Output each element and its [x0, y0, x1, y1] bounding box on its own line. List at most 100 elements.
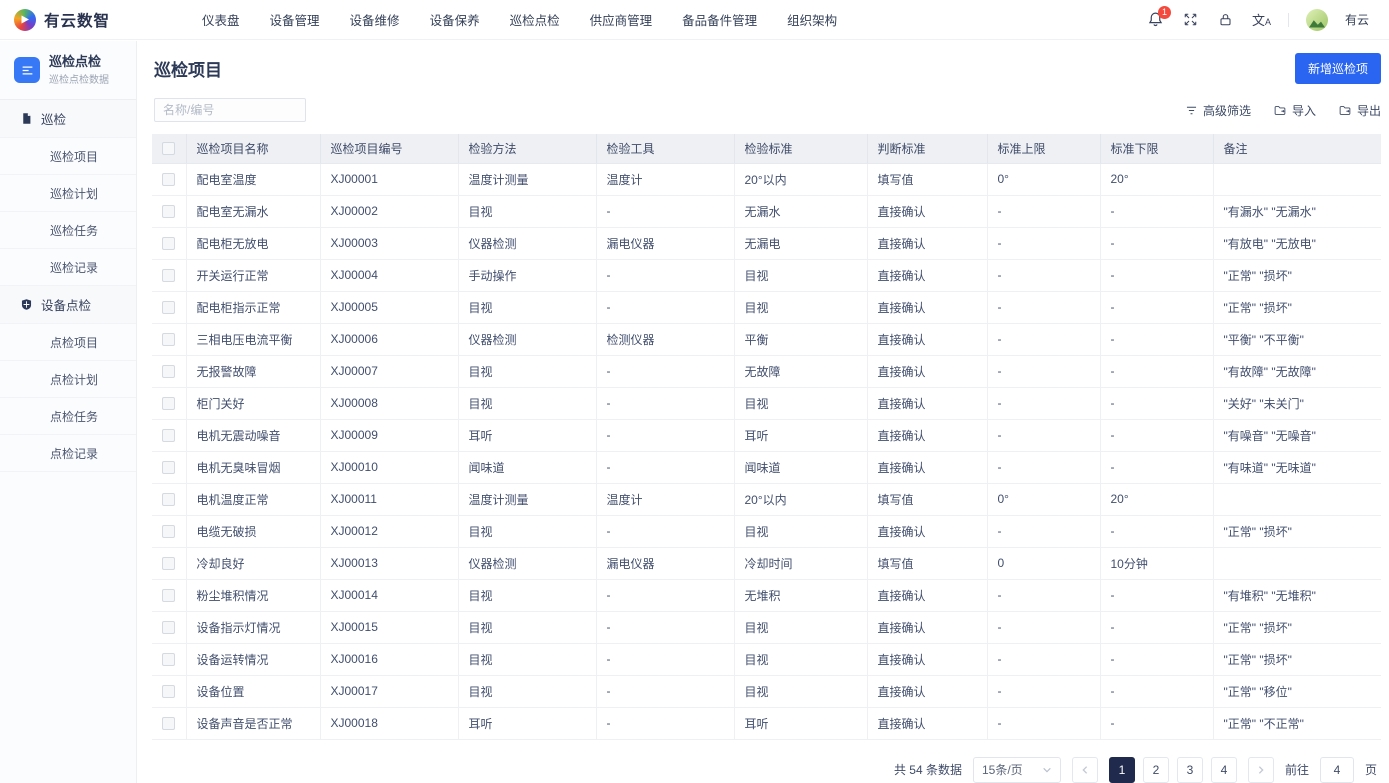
page-size-select[interactable]: 15条/页: [973, 757, 1061, 783]
search-input[interactable]: [154, 98, 306, 122]
add-inspection-item-button[interactable]: 新增巡检项: [1295, 53, 1381, 84]
page-button-1[interactable]: 1: [1109, 757, 1135, 783]
language-button[interactable]: 文A: [1252, 10, 1271, 29]
row-checkbox[interactable]: [162, 621, 175, 634]
advanced-filter-button[interactable]: 高级筛选: [1185, 102, 1251, 119]
nav-item-2[interactable]: 设备管理: [270, 10, 320, 29]
row-checkbox[interactable]: [162, 301, 175, 314]
table-cell: XJ00010: [320, 451, 458, 483]
notifications-button[interactable]: 1: [1147, 11, 1165, 29]
table-cell: -: [987, 259, 1100, 291]
logo-text: 有云数智: [44, 9, 110, 31]
table-cell: XJ00009: [320, 419, 458, 451]
table-cell: -: [1100, 675, 1213, 707]
page-button-4[interactable]: 4: [1211, 757, 1237, 783]
row-checkbox[interactable]: [162, 525, 175, 538]
row-checkbox[interactable]: [162, 557, 175, 570]
row-checkbox[interactable]: [162, 653, 175, 666]
row-checkbox[interactable]: [162, 269, 175, 282]
sidebar-item[interactable]: 点检任务: [0, 398, 136, 435]
row-checkbox[interactable]: [162, 589, 175, 602]
app-logo[interactable]: 有云数智: [14, 9, 110, 31]
nav-item-6[interactable]: 供应商管理: [590, 10, 653, 29]
row-checkbox[interactable]: [162, 429, 175, 442]
group-header-inspection[interactable]: 巡检: [0, 100, 136, 138]
table-cell: 闻味道: [458, 451, 596, 483]
row-checkbox[interactable]: [162, 461, 175, 474]
table-cell: 0°: [987, 163, 1100, 195]
nav-item-5[interactable]: 巡检点检: [510, 10, 560, 29]
table-cell: XJ00017: [320, 675, 458, 707]
export-button[interactable]: 导出: [1338, 102, 1381, 119]
next-page-button[interactable]: [1248, 757, 1274, 783]
table-row: 设备位置XJ00017目视-目视直接确认--"正常" "移位": [152, 675, 1381, 707]
row-checkbox[interactable]: [162, 397, 175, 410]
table-cell: 直接确认: [867, 707, 987, 739]
goto-suffix: 页: [1365, 761, 1377, 778]
avatar[interactable]: [1306, 9, 1328, 31]
sidebar-item[interactable]: 巡检项目: [0, 138, 136, 175]
table-cell: 目视: [458, 387, 596, 419]
nav-item-8[interactable]: 组织架构: [787, 10, 837, 29]
sidebar-item[interactable]: 点检计划: [0, 361, 136, 398]
sidebar-item[interactable]: 巡检任务: [0, 212, 136, 249]
table-cell: -: [1100, 611, 1213, 643]
table-cell: -: [1100, 195, 1213, 227]
table-row: 配电室温度XJ00001温度计测量温度计20°以内填写值0°20°: [152, 163, 1381, 195]
fullscreen-button[interactable]: [1182, 11, 1200, 29]
page-button-2[interactable]: 2: [1143, 757, 1169, 783]
group-header-spotcheck[interactable]: 设备点检: [0, 286, 136, 324]
row-checkbox[interactable]: [162, 237, 175, 250]
table-cell: 冷却良好: [186, 547, 320, 579]
sidebar-item[interactable]: 点检项目: [0, 324, 136, 361]
table-row: 设备指示灯情况XJ00015目视-目视直接确认--"正常" "损坏": [152, 611, 1381, 643]
lock-button[interactable]: [1217, 11, 1235, 29]
import-icon: [1273, 104, 1287, 117]
table-cell: -: [987, 707, 1100, 739]
nav-item-4[interactable]: 设备保养: [430, 10, 480, 29]
table-cell: -: [987, 643, 1100, 675]
table-cell: "有放电" "无放电": [1213, 227, 1381, 259]
row-checkbox[interactable]: [162, 493, 175, 506]
sidebar-item[interactable]: 巡检记录: [0, 249, 136, 286]
group-items-spotcheck: 点检项目点检计划点检任务点检记录: [0, 324, 136, 472]
row-checkbox[interactable]: [162, 333, 175, 346]
nav-item-3[interactable]: 设备维修: [350, 10, 400, 29]
table-cell: -: [596, 451, 734, 483]
table-cell: -: [987, 675, 1100, 707]
module-icon: [14, 57, 40, 83]
sidebar-item[interactable]: 点检记录: [0, 435, 136, 472]
import-button[interactable]: 导入: [1273, 102, 1316, 119]
table-cell: 目视: [734, 643, 867, 675]
row-checkbox[interactable]: [162, 685, 175, 698]
table-row: 配电室无漏水XJ00002目视-无漏水直接确认--"有漏水" "无漏水": [152, 195, 1381, 227]
table-cell: 无漏电: [734, 227, 867, 259]
table-cell: -: [987, 227, 1100, 259]
page-title: 巡检项目: [154, 56, 222, 81]
sidebar-item[interactable]: 巡检计划: [0, 175, 136, 212]
prev-page-button[interactable]: [1072, 757, 1098, 783]
nav-item-1[interactable]: 仪表盘: [202, 10, 240, 29]
table-cell: 手动操作: [458, 259, 596, 291]
chevron-down-icon: [1042, 765, 1052, 775]
select-all-checkbox[interactable]: [162, 142, 175, 155]
table-cell: 目视: [458, 355, 596, 387]
table-cell: 无堆积: [734, 579, 867, 611]
column-header: 检验方法: [458, 134, 596, 163]
page-button-3[interactable]: 3: [1177, 757, 1203, 783]
row-checkbox[interactable]: [162, 365, 175, 378]
table-cell: -: [1100, 643, 1213, 675]
module-subtitle: 巡检点检数据: [49, 71, 109, 86]
row-checkbox[interactable]: [162, 173, 175, 186]
table-cell: -: [596, 643, 734, 675]
goto-page-input[interactable]: [1320, 757, 1354, 783]
row-checkbox[interactable]: [162, 717, 175, 730]
nav-item-7[interactable]: 备品备件管理: [682, 10, 757, 29]
table-cell: XJ00013: [320, 547, 458, 579]
table-cell: -: [596, 195, 734, 227]
table-cell: 设备运转情况: [186, 643, 320, 675]
filter-icon: [1185, 104, 1198, 117]
table-cell: 设备声音是否正常: [186, 707, 320, 739]
table-cell: XJ00004: [320, 259, 458, 291]
row-checkbox[interactable]: [162, 205, 175, 218]
